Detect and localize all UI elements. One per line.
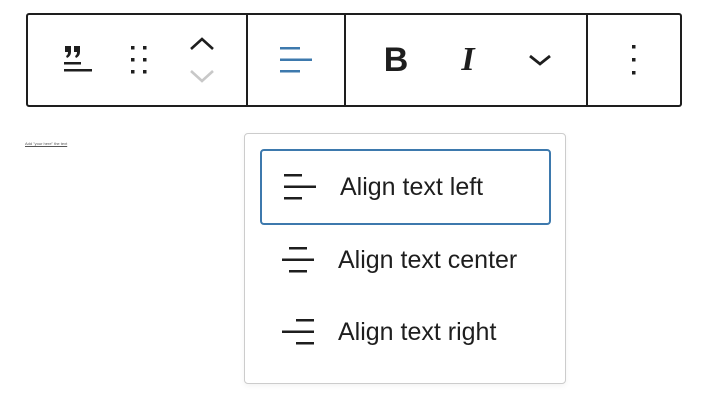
options-group: [586, 15, 680, 105]
align-left-icon: [270, 172, 330, 202]
menu-item-label: Align text center: [338, 245, 518, 274]
bold-label: B: [383, 41, 409, 79]
more-formatting-button[interactable]: [512, 32, 568, 88]
italic-button[interactable]: I: [440, 32, 496, 88]
block-type-button[interactable]: [50, 32, 106, 88]
formatting-group: B I: [344, 15, 586, 105]
menu-item-align-right[interactable]: Align text right: [260, 294, 551, 370]
menu-item-label: Align text left: [340, 172, 484, 201]
align-button[interactable]: [268, 32, 324, 88]
chevron-up-icon: [190, 37, 214, 50]
menu-item-align-center[interactable]: Align text center: [260, 222, 551, 298]
chevron-down-icon: [190, 70, 214, 83]
drag-handle-icon: [131, 46, 147, 74]
chevron-down-icon: [529, 54, 551, 66]
bold-button[interactable]: B: [368, 32, 424, 88]
align-right-icon: [268, 317, 328, 347]
more-vertical-icon: [632, 45, 636, 75]
options-button[interactable]: [606, 32, 662, 88]
quote-icon: [64, 46, 92, 72]
block-controls-group: [28, 15, 246, 105]
align-left-icon: [280, 47, 312, 73]
editor-block-text[interactable]: Add "your here" the text: [25, 141, 67, 146]
block-mover: [174, 25, 230, 95]
move-up-button[interactable]: [174, 28, 230, 60]
menu-item-label: Align text right: [338, 317, 497, 346]
block-toolbar: B I: [26, 13, 682, 107]
move-down-button[interactable]: [174, 60, 230, 92]
italic-label: I: [461, 41, 475, 78]
alignment-group: [246, 15, 344, 105]
menu-item-align-left[interactable]: Align text left: [260, 149, 551, 225]
align-center-icon: [268, 245, 328, 275]
align-dropdown-menu: Align text left Align text center Align …: [244, 133, 566, 384]
drag-handle-button[interactable]: [112, 32, 168, 88]
